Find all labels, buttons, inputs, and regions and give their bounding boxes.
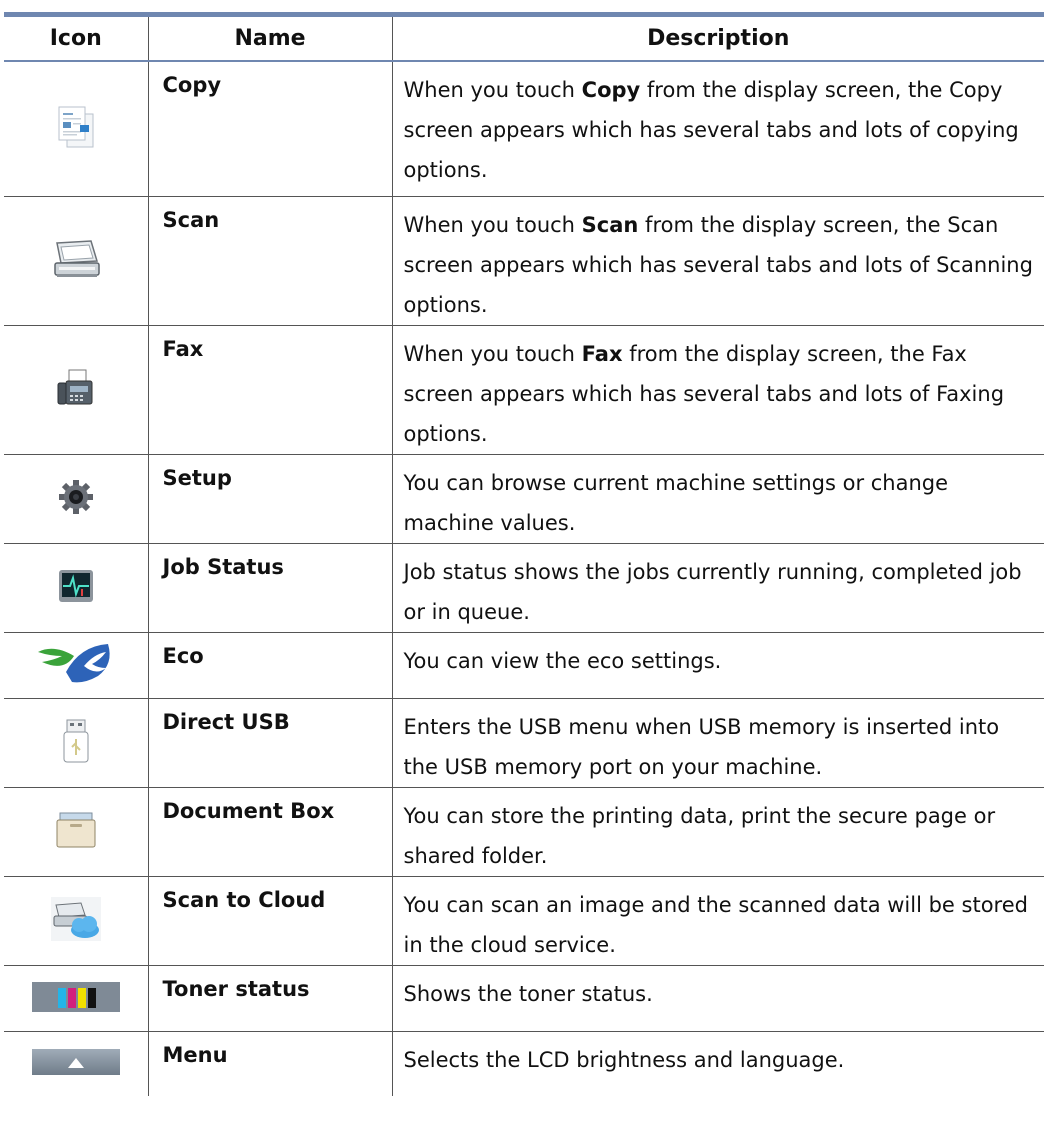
row-description: When you touch Fax from the display scre… <box>391 325 1044 455</box>
row-name: Setup <box>147 454 392 544</box>
monitor-pulse-icon <box>58 569 94 607</box>
row-name: Copy <box>147 60 392 197</box>
copy-icon <box>56 105 96 153</box>
row-description: You can scan an image and the scanned da… <box>391 876 1044 966</box>
row-description: When you touch Scan from the display scr… <box>391 196 1044 326</box>
table-row: Menu Selects the LCD brightness and lang… <box>4 1031 1044 1096</box>
document-box-icon <box>55 812 97 852</box>
row-description: When you touch Copy from the display scr… <box>391 60 1044 197</box>
header-icon: Icon <box>4 12 148 62</box>
toner-cartridges-icon <box>31 981 120 1016</box>
row-name: Scan <box>147 196 392 326</box>
row-name: Fax <box>147 325 392 455</box>
table-row: Toner status Shows the toner status. <box>4 965 1044 1032</box>
table-row: Fax When you touch Fax from the display … <box>4 325 1044 455</box>
scanner-icon <box>51 239 101 283</box>
icon-reference-table: Icon Name Description Copy When you touc… <box>4 12 1044 1096</box>
usb-drive-icon <box>62 719 90 767</box>
row-description: Selects the LCD brightness and language. <box>391 1031 1044 1096</box>
eco-leaf-icon <box>36 642 116 690</box>
table-row: Document Box You can store the printing … <box>4 787 1044 877</box>
row-name: Job Status <box>147 543 392 633</box>
row-name: Toner status <box>147 965 392 1032</box>
row-description: You can view the eco settings. <box>391 632 1044 699</box>
table-header-row: Icon Name Description <box>4 12 1044 62</box>
table-row: Setup You can browse current machine set… <box>4 454 1044 544</box>
menu-up-arrow-icon <box>31 1048 120 1079</box>
row-description: Shows the toner status. <box>391 965 1044 1032</box>
row-name: Eco <box>147 632 392 699</box>
row-name: Direct USB <box>147 698 392 788</box>
row-name: Document Box <box>147 787 392 877</box>
scan-to-cloud-icon <box>50 897 101 945</box>
gear-icon <box>58 479 94 519</box>
row-name: Menu <box>147 1031 392 1096</box>
table-row: Scan to Cloud You can scan an image and … <box>4 876 1044 966</box>
row-name: Scan to Cloud <box>147 876 392 966</box>
document-page: Icon Name Description Copy When you touc… <box>0 0 1051 1146</box>
fax-machine-icon <box>56 368 96 412</box>
table-row: Eco You can view the eco settings. <box>4 632 1044 699</box>
header-description: Description <box>391 12 1044 62</box>
row-description: You can store the printing data, print t… <box>391 787 1044 877</box>
header-name: Name <box>147 12 392 62</box>
table-row: Copy When you touch Copy from the displa… <box>4 60 1044 197</box>
table-row: Direct USB Enters the USB menu when USB … <box>4 698 1044 788</box>
row-description: Enters the USB menu when USB memory is i… <box>391 698 1044 788</box>
table-row: Job Status Job status shows the jobs cur… <box>4 543 1044 633</box>
row-description: You can browse current machine settings … <box>391 454 1044 544</box>
row-description: Job status shows the jobs currently runn… <box>391 543 1044 633</box>
table-row: Scan When you touch Scan from the displa… <box>4 196 1044 326</box>
